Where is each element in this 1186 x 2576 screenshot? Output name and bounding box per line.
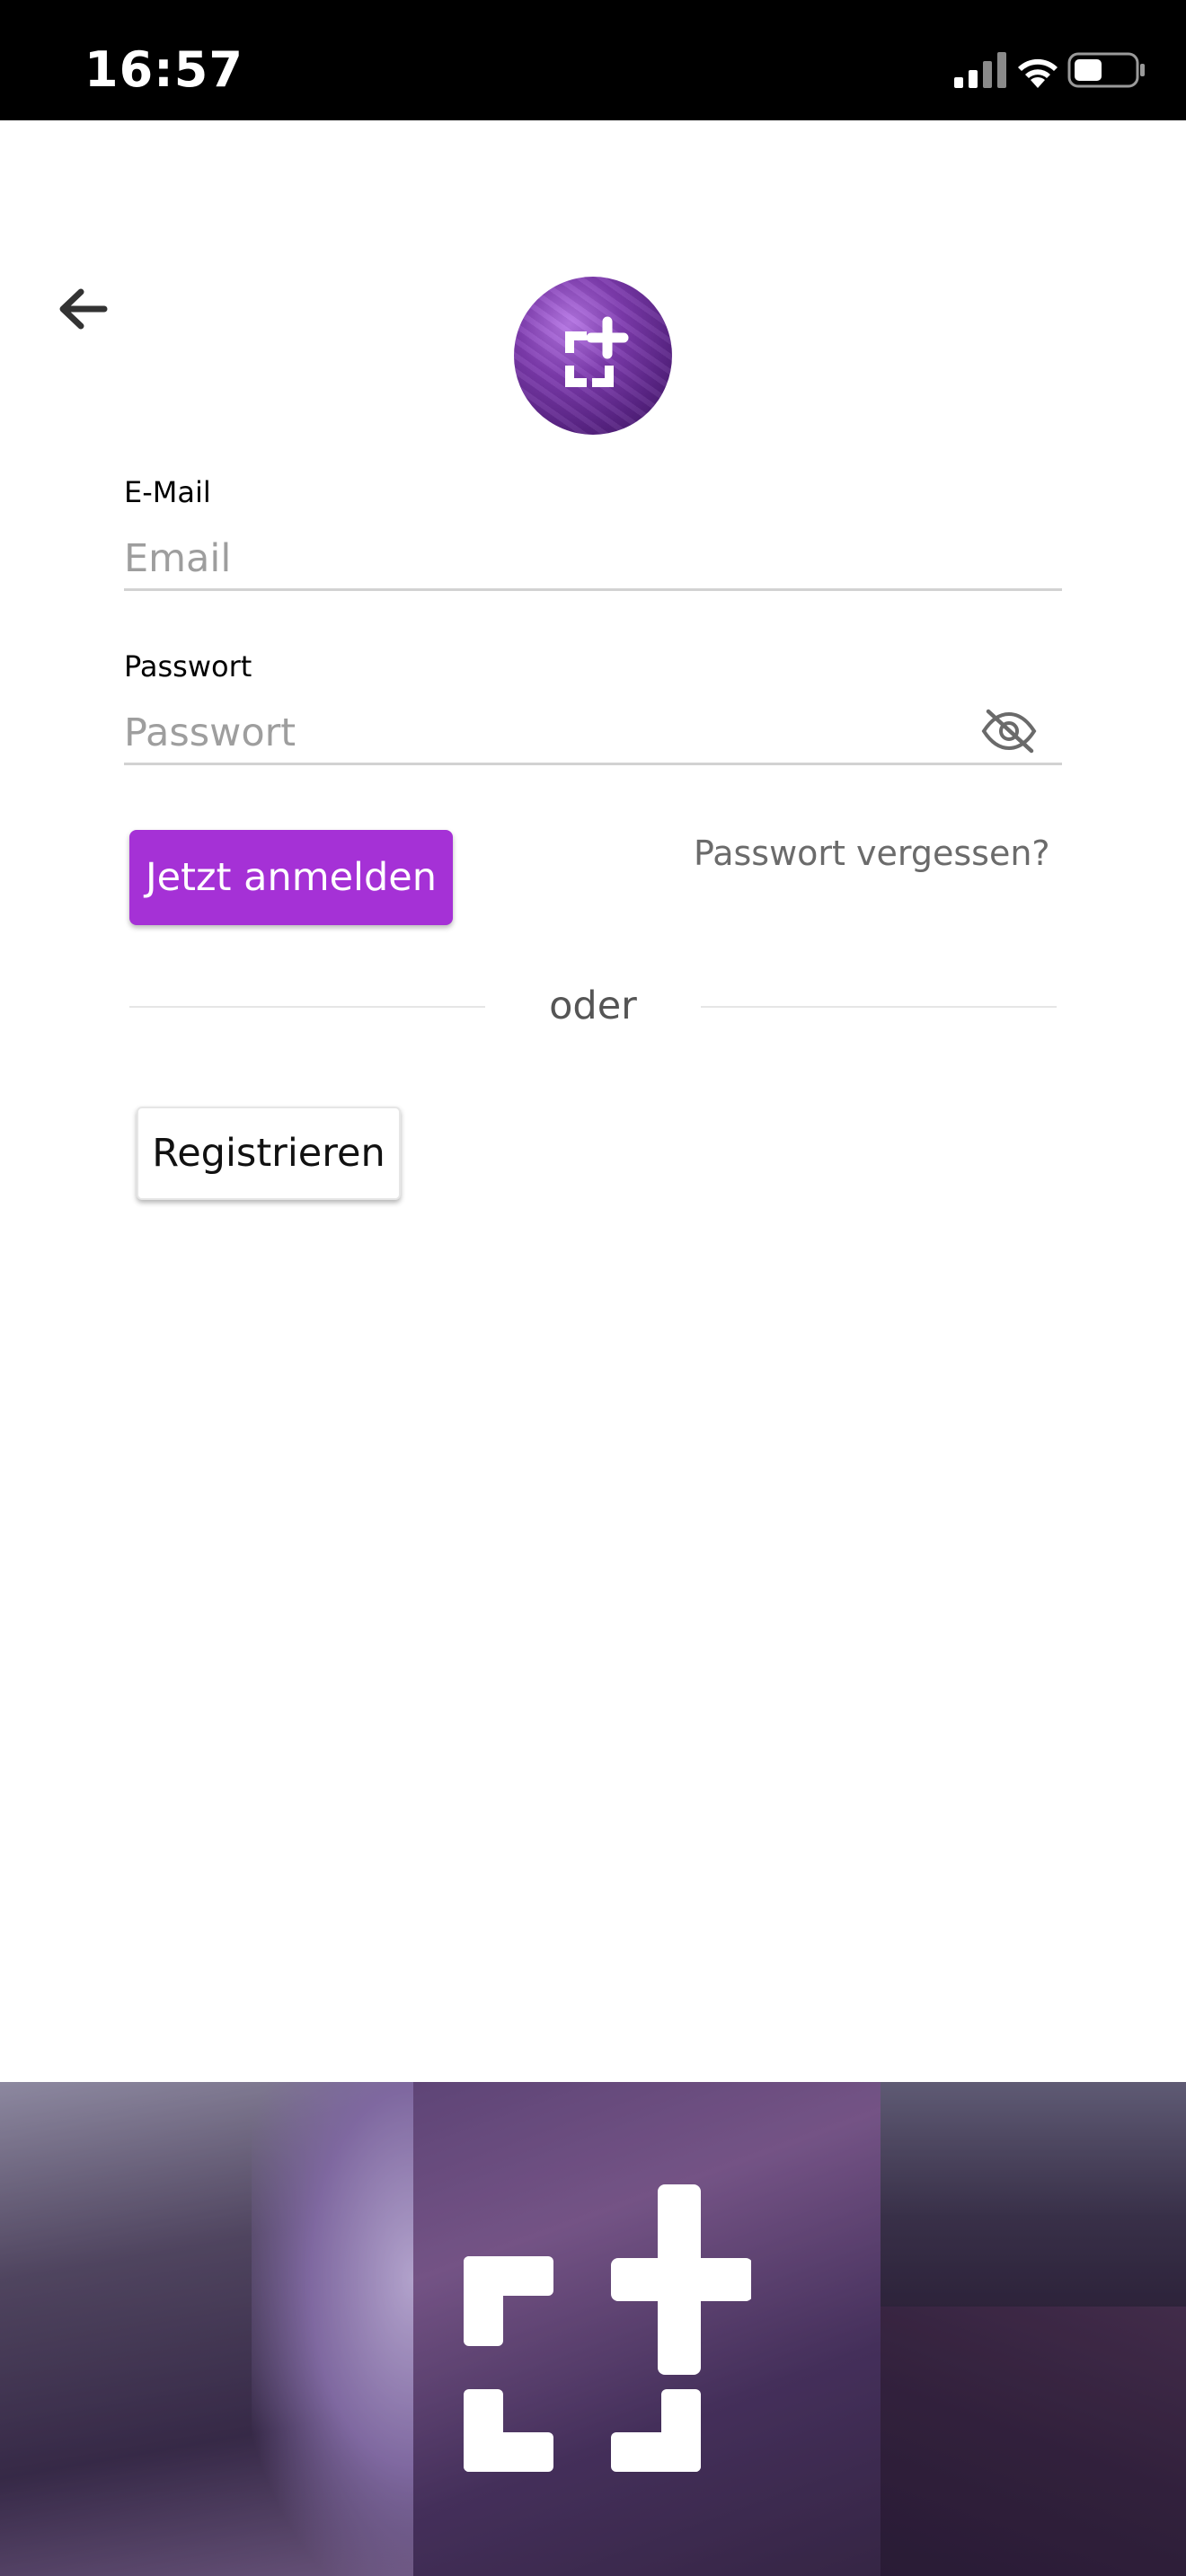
login-button[interactable]: Jetzt anmelden bbox=[129, 830, 453, 925]
eye-off-icon bbox=[981, 709, 1037, 754]
brand-plus-bracket-icon bbox=[464, 2184, 751, 2472]
register-button[interactable]: Registrieren bbox=[137, 1107, 401, 1200]
app-logo-icon bbox=[565, 316, 629, 387]
battery-icon bbox=[1067, 52, 1145, 88]
arrow-left-icon bbox=[59, 288, 108, 330]
forgot-password-link[interactable]: Passwort vergessen? bbox=[694, 830, 1050, 877]
password-visibility-toggle[interactable] bbox=[979, 708, 1039, 754]
email-field[interactable] bbox=[124, 528, 1062, 591]
back-button[interactable] bbox=[54, 280, 111, 338]
password-label: Passwort bbox=[124, 649, 252, 684]
divider-line-right bbox=[701, 1006, 1057, 1008]
brand-banner bbox=[0, 2082, 1186, 2576]
wifi-icon bbox=[1018, 58, 1058, 88]
cellular-signal-icon bbox=[954, 52, 1006, 88]
status-bar: 16:57 bbox=[0, 0, 1186, 120]
status-time: 16:57 bbox=[84, 41, 243, 98]
divider-line-left bbox=[129, 1006, 485, 1008]
password-field[interactable] bbox=[124, 702, 1062, 765]
divider-label: oder bbox=[549, 984, 637, 1028]
email-label: E-Mail bbox=[124, 475, 211, 509]
app-logo bbox=[514, 277, 672, 435]
